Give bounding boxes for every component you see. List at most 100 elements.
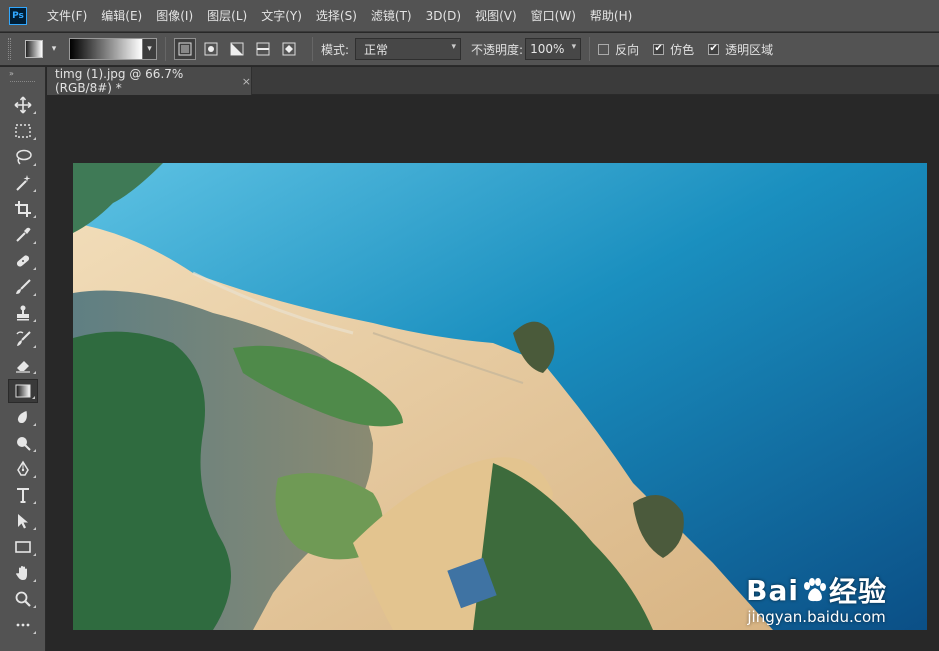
dodge-tool[interactable] (8, 431, 38, 455)
history-brush-icon (16, 331, 31, 346)
rect-marquee-icon (15, 124, 31, 138)
gradient-preview[interactable] (70, 39, 142, 59)
linear-gradient-icon (178, 42, 192, 56)
pen-icon (17, 460, 29, 476)
ellipsis-icon (16, 623, 30, 627)
document-tab[interactable]: timg (1).jpg @ 66.7%(RGB/8#) * × (47, 67, 252, 95)
zoom-icon (15, 591, 31, 607)
chevron-down-icon: ▾ (571, 42, 577, 52)
dither-label: 仿色 (670, 42, 695, 57)
transparency-option[interactable]: ✔ 透明区域 (708, 41, 773, 58)
eraser-tool[interactable] (8, 353, 38, 377)
menu-view[interactable]: 视图(V) (475, 7, 517, 24)
dither-option[interactable]: ✔ 仿色 (653, 41, 694, 58)
options-bar: ▾ ▾ 模式: 正常 ▾ 不透明度: 100% ▾ 反向 ✔ 仿色 ✔ 透明区域 (0, 33, 939, 66)
opacity-value: 100% (530, 42, 565, 56)
stamp-icon (17, 305, 29, 321)
chevron-down-icon: ▾ (451, 42, 457, 52)
opacity-label: 不透明度: (471, 42, 524, 57)
options-bar-grip[interactable] (8, 38, 11, 60)
divider (589, 37, 591, 61)
lasso-tool[interactable] (8, 145, 38, 169)
radial-gradient-icon (204, 42, 218, 56)
brush-tool[interactable] (8, 275, 38, 299)
tool-preset-icon[interactable] (25, 40, 43, 58)
angle-gradient-button[interactable] (226, 38, 248, 60)
magic-wand-icon (16, 175, 31, 191)
mode-value: 正常 (364, 42, 389, 57)
transparency-checkbox[interactable]: ✔ (708, 43, 720, 55)
tools-panel-grip[interactable] (10, 81, 35, 91)
menu-type[interactable]: 文字(Y) (261, 7, 302, 24)
menu-help[interactable]: 帮助(H) (590, 7, 632, 24)
menu-layer[interactable]: 图层(L) (207, 7, 247, 24)
dodge-icon (17, 437, 31, 451)
baidu-jingyan-watermark: Bai 经验 jingyan.baidu.com (746, 570, 887, 627)
bandage-icon (16, 255, 30, 267)
menu-file[interactable]: 文件(F) (47, 7, 87, 24)
hand-icon (16, 566, 27, 580)
photoshop-logo-icon[interactable]: Ps (9, 6, 27, 25)
watermark-brand-left: Bai (746, 573, 799, 607)
crop-icon (15, 201, 31, 217)
move-tool[interactable] (8, 93, 38, 117)
stamp-tool[interactable] (8, 301, 38, 325)
watermark-brand-right: 经验 (828, 575, 887, 608)
menu-3d[interactable]: 3D(D) (426, 9, 461, 23)
crop-tool[interactable] (8, 197, 38, 221)
paw-icon (803, 578, 826, 602)
reverse-checkbox[interactable] (598, 43, 610, 55)
close-icon[interactable]: × (242, 75, 251, 88)
zoom-tool[interactable] (8, 587, 38, 611)
menu-bar: Ps 文件(F) 编辑(E) 图像(I) 图层(L) 文字(Y) 选择(S) 滤… (0, 0, 939, 32)
document-tab-bar: timg (1).jpg @ 66.7%(RGB/8#) * × (47, 67, 939, 95)
menu-window[interactable]: 窗口(W) (531, 7, 576, 24)
history-brush-tool[interactable] (8, 327, 38, 351)
diamond-gradient-button[interactable] (278, 38, 300, 60)
marquee-tool[interactable] (8, 119, 38, 143)
move-icon (14, 96, 32, 114)
menu-edit[interactable]: 编辑(E) (101, 7, 142, 24)
menu-image[interactable]: 图像(I) (156, 7, 193, 24)
more-tools[interactable] (8, 613, 38, 637)
pen-tool[interactable] (8, 457, 38, 481)
brush-icon (16, 279, 31, 294)
hand-tool[interactable] (8, 561, 38, 585)
watermark-url: jingyan.baidu.com (747, 608, 886, 626)
angle-gradient-icon (230, 42, 244, 56)
collapse-icon[interactable]: » (0, 67, 45, 79)
canvas-area[interactable]: Bai 经验 jingyan.baidu.com (47, 96, 939, 651)
type-tool[interactable] (8, 483, 38, 507)
arrow-icon (18, 514, 28, 529)
divider (165, 37, 166, 61)
linear-gradient-button[interactable] (174, 38, 196, 60)
reflected-gradient-button[interactable] (252, 38, 274, 60)
tools-panel: » (0, 67, 46, 651)
document-canvas-image[interactable]: Bai 经验 jingyan.baidu.com (73, 163, 927, 630)
document-tab-title: timg (1).jpg @ 66.7%(RGB/8#) * (55, 67, 184, 95)
reflected-gradient-icon (256, 42, 270, 56)
magic-wand-tool[interactable] (8, 171, 38, 195)
menu-select[interactable]: 选择(S) (316, 7, 357, 24)
opacity-input[interactable]: 100% ▾ (525, 38, 582, 60)
path-select-tool[interactable] (8, 509, 38, 533)
gradient-picker[interactable]: ▾ (69, 38, 157, 60)
rectangle-icon (15, 541, 31, 553)
menu-filter[interactable]: 滤镜(T) (371, 7, 412, 24)
gradient-tool[interactable] (8, 379, 38, 403)
aerial-coastline-image (73, 163, 927, 630)
dither-checkbox[interactable]: ✔ (653, 43, 665, 55)
reverse-option[interactable]: 反向 (598, 41, 639, 58)
chevron-down-icon[interactable]: ▾ (47, 42, 61, 56)
lasso-icon (16, 149, 32, 165)
chevron-down-icon[interactable]: ▾ (142, 39, 156, 59)
eyedropper-tool[interactable] (8, 223, 38, 247)
radial-gradient-button[interactable] (200, 38, 222, 60)
blur-tool[interactable] (8, 405, 38, 429)
healing-tool[interactable] (8, 249, 38, 273)
mode-select[interactable]: 正常 ▾ (355, 38, 462, 60)
transparency-label: 透明区域 (725, 42, 774, 57)
eraser-icon (16, 361, 30, 373)
eyedropper-icon (16, 227, 31, 242)
shape-tool[interactable] (8, 535, 38, 559)
